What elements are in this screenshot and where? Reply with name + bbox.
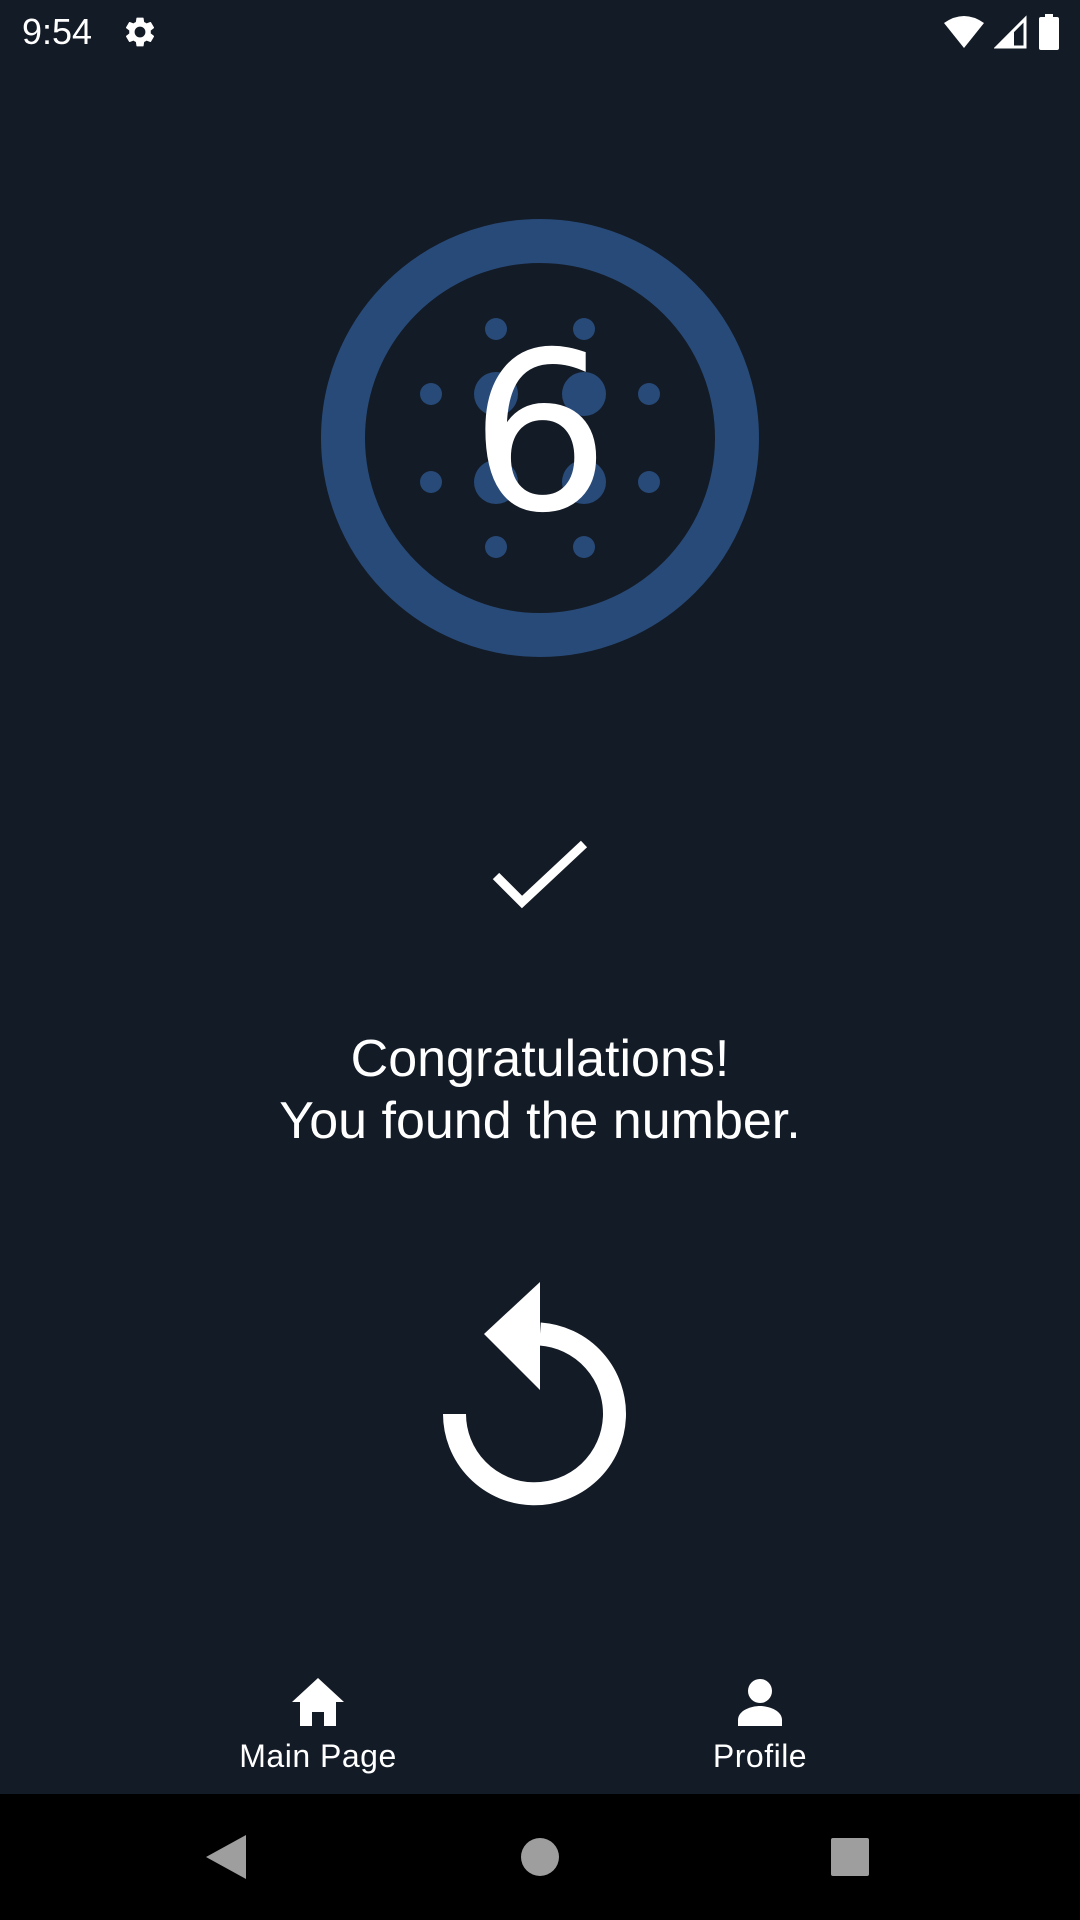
message-line-2: You found the number. (279, 1092, 801, 1150)
system-recents-button[interactable] (790, 1794, 910, 1920)
wifi-icon (944, 16, 984, 48)
bottom-navigation: Main Page Profile (0, 1650, 1080, 1794)
check-icon (492, 840, 588, 909)
status-icons (944, 12, 1060, 52)
system-navigation-bar (0, 1794, 1080, 1920)
system-home-button[interactable] (480, 1794, 600, 1920)
nav-item-main-page[interactable]: Main Page (168, 1650, 468, 1794)
message-line-1: Congratulations! (350, 1030, 730, 1088)
result-message: Congratulations! You found the number. (0, 1028, 1080, 1152)
person-icon (738, 1679, 782, 1726)
back-triangle-icon (206, 1835, 246, 1879)
status-bar: 9:54 (0, 0, 1080, 64)
recents-square-icon (831, 1838, 869, 1876)
nav-label-main-page: Main Page (239, 1738, 397, 1774)
nav-label-profile: Profile (712, 1738, 808, 1774)
found-number: 6 (470, 305, 610, 561)
home-circle-icon (521, 1838, 559, 1876)
gear-icon (126, 17, 155, 47)
signal-icon (994, 15, 1027, 49)
nav-item-profile[interactable]: Profile (610, 1650, 910, 1794)
home-icon (292, 1678, 344, 1726)
battery-icon (1039, 14, 1059, 50)
restart-button[interactable] (440, 1270, 640, 1510)
status-time: 9:54 (22, 11, 93, 52)
system-back-button[interactable] (166, 1794, 286, 1920)
restart-icon (443, 1282, 626, 1506)
